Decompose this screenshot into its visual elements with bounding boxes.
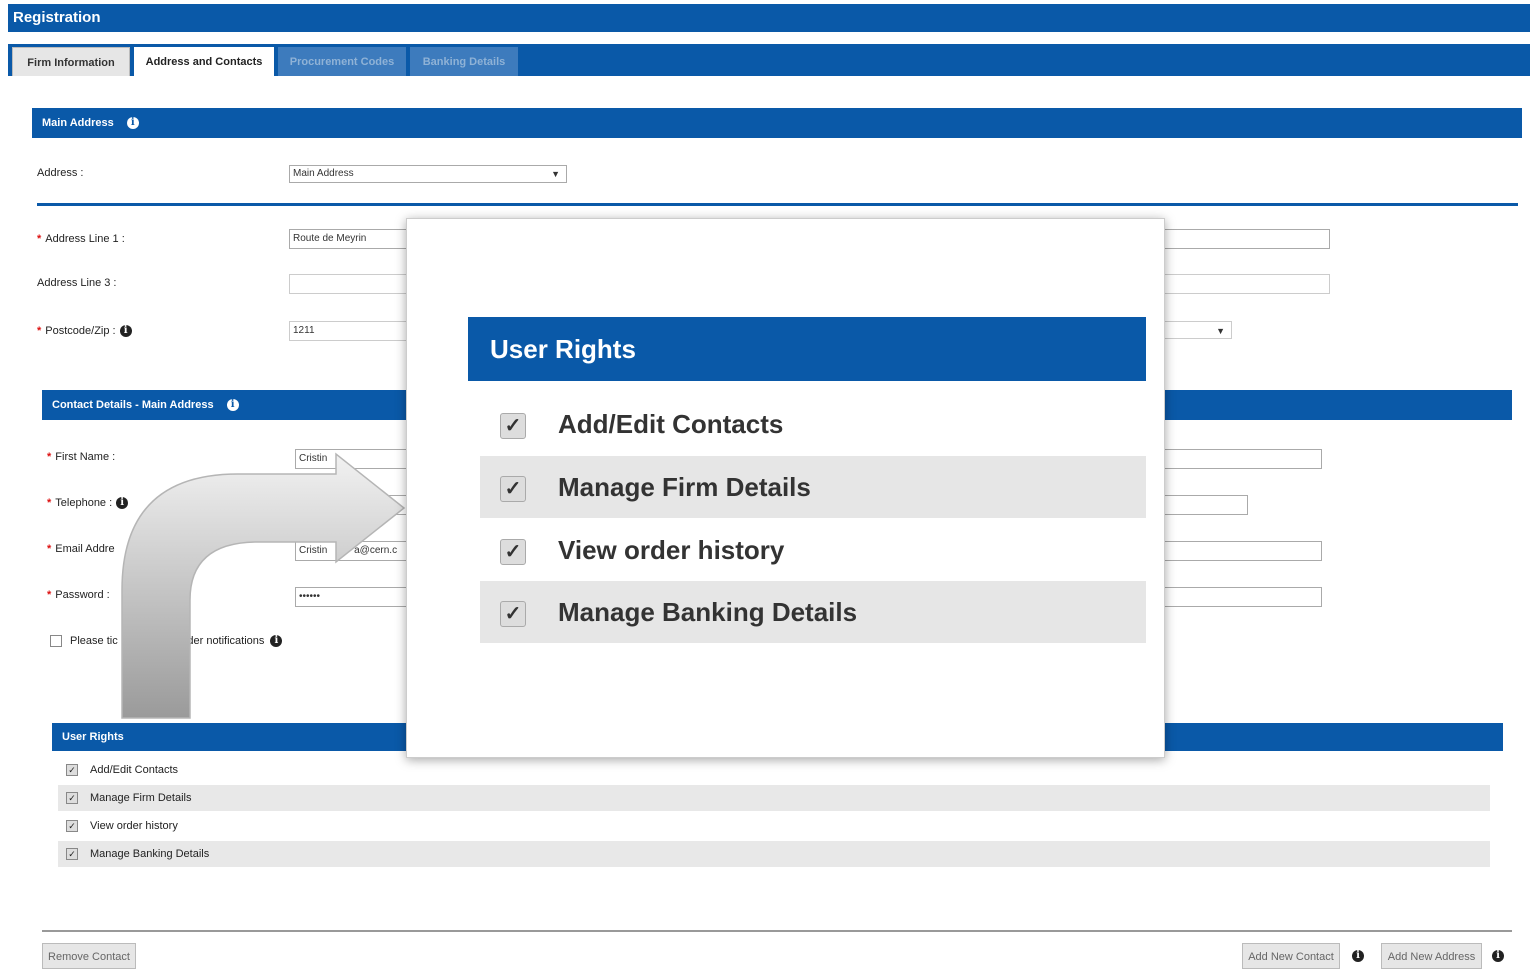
checkbox-view-order-history[interactable]: ✓ bbox=[66, 820, 78, 833]
tab-procurement-codes[interactable]: Procurement Codes bbox=[278, 47, 406, 76]
address-label: Address : bbox=[37, 167, 84, 179]
email-text: Email Addre bbox=[55, 543, 115, 555]
footer-divider bbox=[42, 930, 1512, 932]
checkbox-add-edit-contacts[interactable]: ✓ bbox=[66, 764, 78, 777]
address-select[interactable]: Main Address ▼ bbox=[289, 165, 567, 183]
section-divider bbox=[37, 203, 1518, 206]
tab-firm-information[interactable]: Firm Information bbox=[12, 47, 130, 76]
country-select[interactable]: ▼ bbox=[1160, 321, 1232, 339]
chevron-down-icon: ▼ bbox=[1216, 326, 1225, 336]
notifications-text: Please tic bbox=[70, 635, 118, 647]
info-icon[interactable]: i bbox=[1352, 950, 1364, 962]
popup-right-label: Add/Edit Contacts bbox=[558, 409, 784, 439]
address-select-value: Main Address bbox=[293, 168, 354, 179]
main-address-title: Main Address bbox=[42, 117, 114, 129]
popup-user-rights-header: User Rights bbox=[468, 317, 1146, 381]
checkmark-icon[interactable]: ✓ bbox=[500, 413, 526, 440]
tab-banking-details[interactable]: Banking Details bbox=[410, 47, 518, 76]
telephone-label: * Telephone :i bbox=[47, 497, 129, 510]
info-icon[interactable]: i bbox=[119, 325, 132, 338]
first-name-text: First Name : bbox=[55, 451, 116, 463]
user-right-row: ✓ Add/Edit Contacts bbox=[58, 757, 1490, 783]
checkbox-manage-firm-details[interactable]: ✓ bbox=[66, 792, 78, 805]
contact-details-title: Contact Details - Main Address bbox=[52, 399, 214, 411]
notifications-checkbox[interactable] bbox=[50, 635, 62, 648]
email-label: * Email Addre bbox=[47, 543, 115, 555]
password-label: * Password : bbox=[47, 589, 110, 601]
info-icon[interactable]: i bbox=[126, 117, 139, 130]
postcode-text: Postcode/Zip : bbox=[45, 325, 116, 337]
remove-contact-button[interactable]: Remove Contact bbox=[42, 943, 136, 969]
tab-strip: Firm Information Address and Contacts Pr… bbox=[8, 44, 1530, 76]
address-line1-text: Address Line 1 : bbox=[45, 233, 125, 245]
curved-arrow-icon bbox=[121, 452, 406, 719]
popup-right-row: ✓ Manage Firm Details bbox=[480, 456, 1146, 518]
user-right-label: View order history bbox=[90, 820, 178, 832]
popup-right-label: View order history bbox=[558, 535, 785, 565]
popup-right-row: ✓ Add/Edit Contacts bbox=[480, 393, 1146, 455]
user-right-row: ✓ View order history bbox=[58, 813, 1490, 839]
checkbox-manage-banking-details[interactable]: ✓ bbox=[66, 848, 78, 861]
page-title: Registration bbox=[8, 4, 1530, 32]
popup-right-row: ✓ View order history bbox=[480, 519, 1146, 581]
user-right-label: Add/Edit Contacts bbox=[90, 764, 179, 776]
user-right-label: Manage Firm Details bbox=[90, 792, 192, 804]
popup-right-label: Manage Banking Details bbox=[558, 597, 858, 627]
popup-right-label: Manage Firm Details bbox=[558, 472, 811, 502]
user-right-row: ✓ Manage Banking Details bbox=[58, 841, 1490, 867]
user-right-row: ✓ Manage Firm Details bbox=[58, 785, 1490, 811]
address-line3-label: Address Line 3 : bbox=[37, 277, 117, 289]
first-name-label: * First Name : bbox=[47, 451, 116, 463]
chevron-down-icon: ▼ bbox=[551, 169, 560, 179]
info-icon[interactable]: i bbox=[226, 399, 239, 412]
info-icon[interactable]: i bbox=[1492, 950, 1504, 962]
postcode-label: * Postcode/Zip :i bbox=[37, 325, 132, 338]
tab-address-and-contacts[interactable]: Address and Contacts bbox=[134, 47, 274, 76]
main-address-header: Main Address i bbox=[32, 108, 1522, 138]
password-text: Password : bbox=[55, 589, 110, 601]
add-new-address-button[interactable]: Add New Address bbox=[1381, 943, 1482, 969]
postcode-input[interactable]: 1211 bbox=[289, 321, 409, 341]
checkmark-icon[interactable]: ✓ bbox=[500, 601, 526, 628]
user-right-label: Manage Banking Details bbox=[90, 848, 210, 860]
telephone-text: Telephone : bbox=[55, 497, 113, 509]
add-new-contact-button[interactable]: Add New Contact bbox=[1242, 943, 1340, 969]
address-line1-label: * Address Line 1 : bbox=[37, 233, 125, 245]
checkmark-icon[interactable]: ✓ bbox=[500, 476, 526, 503]
popup-right-row: ✓ Manage Banking Details bbox=[480, 581, 1146, 643]
user-rights-zoom-popup: User Rights ✓ Add/Edit Contacts ✓ Manage F… bbox=[406, 218, 1165, 758]
checkmark-icon[interactable]: ✓ bbox=[500, 539, 526, 566]
